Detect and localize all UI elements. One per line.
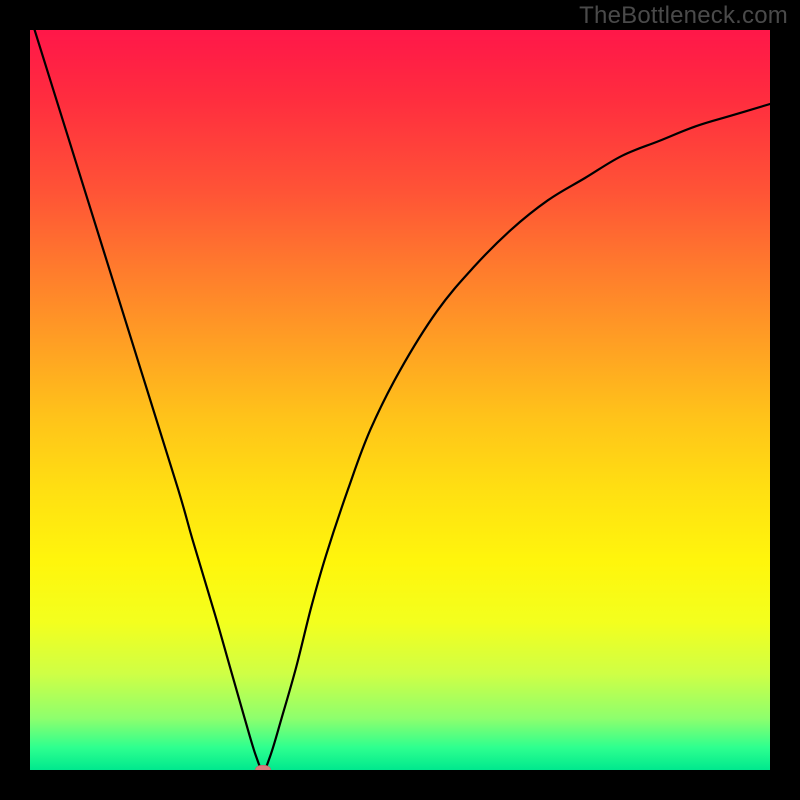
- curve-svg: [30, 30, 770, 770]
- optimum-marker: [255, 765, 271, 770]
- watermark-text: TheBottleneck.com: [579, 2, 788, 30]
- bottleneck-curve: [30, 30, 770, 770]
- plot-area: [30, 30, 770, 770]
- chart-frame: TheBottleneck.com: [0, 0, 800, 800]
